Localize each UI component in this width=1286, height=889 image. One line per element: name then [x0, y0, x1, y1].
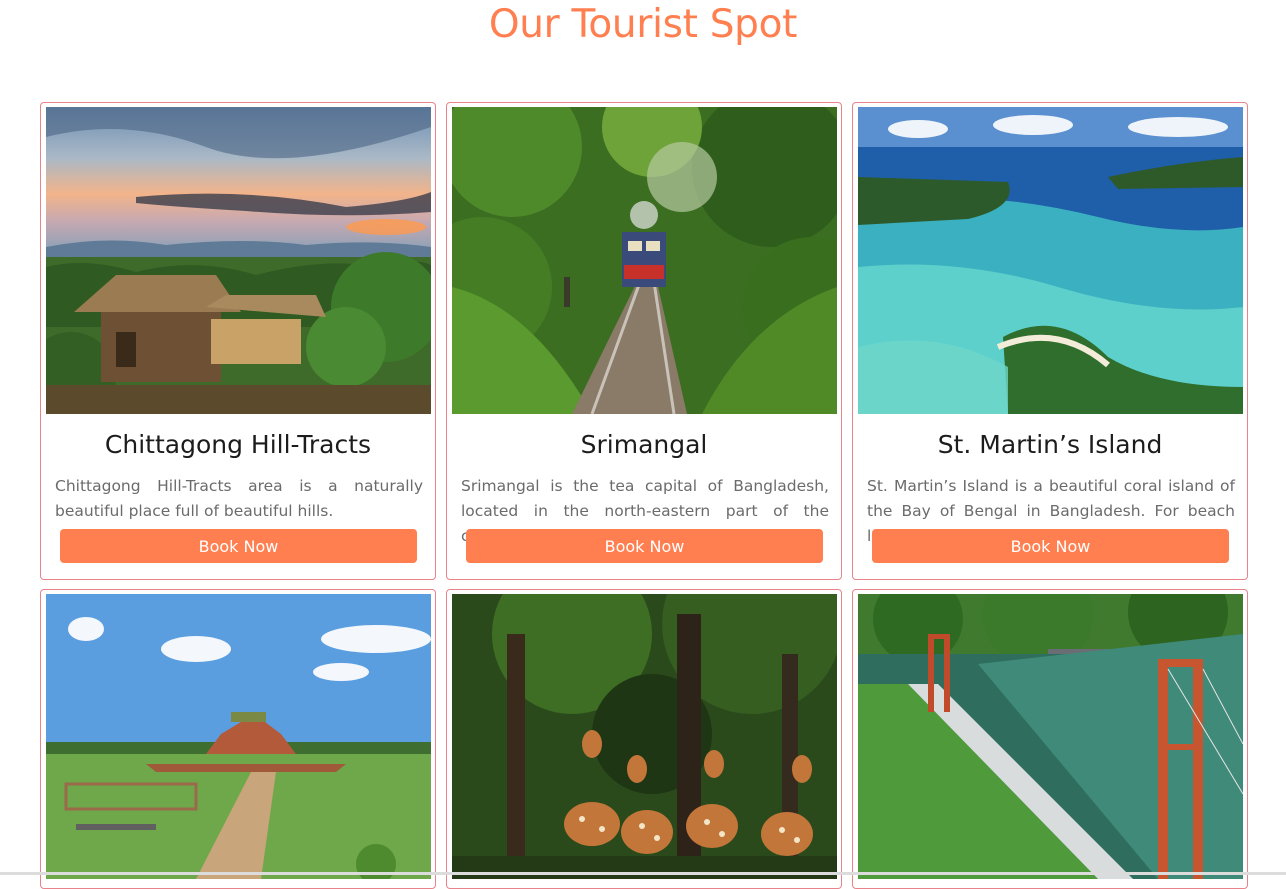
spot-card-paharpur [40, 589, 436, 889]
island-lagoon-photo [858, 107, 1243, 414]
paharpur-ruins-photo [46, 594, 431, 879]
spot-title: St. Martin’s Island [937, 430, 1163, 459]
forest-train-photo [452, 107, 837, 414]
spot-description: Chittagong Hill-Tracts area is a natural… [55, 477, 423, 520]
book-now-button[interactable]: Book Now [60, 529, 417, 563]
spot-title: Srimangal [580, 430, 708, 459]
hill-hut-photo [46, 107, 431, 414]
spot-title: Chittagong Hill-Tracts [104, 430, 372, 459]
spot-card-srimangal: Srimangal Srimangal is the tea capital o… [446, 102, 842, 580]
hanging-bridge-lake-photo [858, 594, 1243, 879]
spot-card-lake-bridge [852, 589, 1248, 889]
spot-card-deer-forest [446, 589, 842, 889]
spot-card-chittagong: Chittagong Hill-Tracts Chittagong Hill-T… [40, 102, 436, 580]
book-now-button[interactable]: Book Now [466, 529, 823, 563]
book-now-button[interactable]: Book Now [872, 529, 1229, 563]
page-title: Our Tourist Spot [488, 2, 798, 47]
spot-card-st-martins: St. Martin’s Island St. Martin’s Island … [852, 102, 1248, 580]
spotted-deer-photo [452, 594, 837, 879]
